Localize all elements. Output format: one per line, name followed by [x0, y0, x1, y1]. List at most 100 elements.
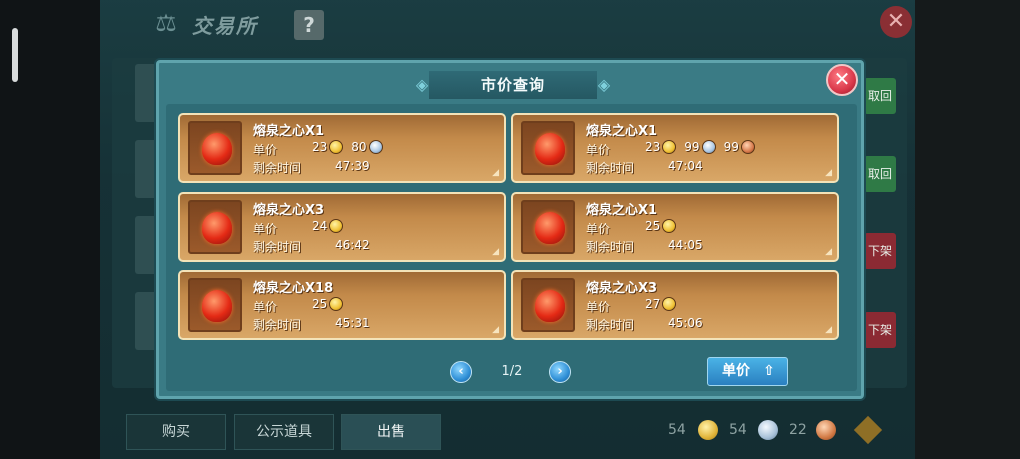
copper-balance: 22 — [789, 422, 807, 438]
item-name: 熔泉之心X1 — [586, 203, 658, 218]
price-label: 单价 — [253, 143, 278, 157]
item-name: 熔泉之心X3 — [586, 281, 658, 296]
listing-card[interactable]: 熔泉之心X3 单价 剩余时间 27 45:06 ◢ — [511, 270, 839, 340]
lava-heart-icon — [202, 212, 232, 244]
time-left-label: 剩余时间 — [253, 240, 302, 254]
listing-card[interactable]: 熔泉之心X3 单价剩余时间 24 46:42 ◢ — [178, 192, 506, 262]
time-left-label: 剩余时间 — [253, 318, 302, 332]
time-left-label: 剩余时间 — [586, 240, 635, 254]
time-left-label: 剩余时间 — [586, 318, 635, 332]
ornament-icon: ◈ — [597, 75, 611, 94]
dialog-close-button[interactable]: ✕ — [826, 64, 858, 96]
price-value: 23 80 — [312, 140, 385, 154]
card-corner-mark: ◢ — [825, 325, 832, 335]
silver-balance: 54 — [729, 422, 747, 438]
listing-card[interactable]: 熔泉之心X1 单价剩余时间 23 99 99 47:04 ◢ — [511, 113, 839, 183]
item-icon-frame — [521, 278, 575, 332]
tab-public-items[interactable]: 公示道具 — [234, 414, 334, 450]
lava-heart-icon — [535, 133, 565, 165]
time-left-value: 47:04 — [668, 159, 703, 173]
card-corner-mark: ◢ — [825, 247, 832, 257]
card-corner-mark: ◢ — [492, 247, 499, 257]
delist-button[interactable]: 下架 — [864, 233, 896, 269]
price-label: 单价 — [586, 143, 611, 157]
item-icon-frame — [521, 121, 575, 175]
card-corner-mark: ◢ — [492, 325, 499, 335]
price-amount: 27 — [645, 297, 661, 311]
gold-coin-icon — [662, 140, 677, 154]
sort-arrow-icon: ⇧ — [763, 363, 775, 379]
price-label: 单价 — [586, 222, 611, 236]
time-left-value: 45:31 — [335, 316, 370, 330]
next-page-button[interactable]: › — [549, 361, 571, 383]
price-value: 24 — [312, 219, 345, 233]
silver-coin-icon — [701, 140, 716, 154]
side-drawer-handle[interactable] — [12, 28, 18, 82]
item-icon-frame — [188, 200, 242, 254]
item-icon-frame — [188, 278, 242, 332]
time-left-value: 47:39 — [335, 159, 370, 173]
time-left-value: 44:05 — [668, 238, 703, 252]
listing-card[interactable]: 熔泉之心X18 单价剩余时间 25 45:31 ◢ — [178, 270, 506, 340]
price-label: 单价 — [253, 300, 278, 314]
silver-coin-icon — [758, 420, 778, 440]
page-indicator: 1/2 — [501, 364, 523, 379]
item-name: 熔泉之心X18 — [253, 281, 334, 296]
listing-card[interactable]: 熔泉之心X1 单价剩余时间 25 44:05 ◢ — [511, 192, 839, 262]
lava-heart-icon — [202, 133, 232, 165]
help-button[interactable]: ? — [294, 10, 324, 40]
price-amount: 23 — [645, 140, 661, 154]
scale-icon: ⚖ — [155, 9, 177, 37]
item-name: 熔泉之心X3 — [253, 203, 325, 218]
gold-coin-icon — [329, 140, 344, 154]
right-edge — [915, 0, 1020, 459]
price-label: 单价 — [253, 222, 278, 236]
delist-button[interactable]: 下架 — [864, 312, 896, 348]
item-name: 熔泉之心X1 — [586, 124, 658, 139]
item-icon-frame — [521, 200, 575, 254]
copper-coin-icon — [740, 140, 755, 154]
gold-coin-icon — [698, 420, 718, 440]
price-amount: 25 — [645, 219, 661, 233]
price-amount: 80 — [351, 140, 367, 154]
gold-coin-icon — [329, 219, 344, 233]
price-amount: 99 — [723, 140, 739, 154]
price-amount: 99 — [684, 140, 700, 154]
silver-coin-icon — [368, 140, 383, 154]
retrieve-button[interactable]: 取回 — [864, 78, 896, 114]
price-amount: 23 — [312, 140, 328, 154]
price-value: 27 — [645, 297, 678, 311]
item-icon-frame — [188, 121, 242, 175]
tab-sell[interactable]: 出售 — [341, 414, 441, 450]
sort-button-label: 单价 — [722, 363, 750, 379]
time-left-label: 剩余时间 — [253, 161, 302, 175]
time-left-value: 45:06 — [668, 316, 703, 330]
lava-heart-icon — [535, 212, 565, 244]
exchange-close-button[interactable]: ✕ — [880, 6, 912, 38]
card-corner-mark: ◢ — [825, 168, 832, 178]
gold-balance: 54 — [668, 422, 686, 438]
listing-card[interactable]: 熔泉之心X1 单价剩余时间 23 80 47:39 ◢ — [178, 113, 506, 183]
prev-page-button[interactable]: ‹ — [450, 361, 472, 383]
dialog-title: 市价查询 — [429, 71, 597, 99]
price-value: 25 — [645, 219, 678, 233]
game-screen: ⚖ 交易所 ? ✕ 取回 取回 下架 下架 购买 公示道具 出售 54 54 2… — [0, 0, 1020, 459]
price-amount: 24 — [312, 219, 328, 233]
price-value: 25 — [312, 297, 345, 311]
lava-heart-icon — [535, 290, 565, 322]
item-name: 熔泉之心X1 — [253, 124, 325, 139]
gold-coin-icon — [662, 297, 677, 311]
gold-coin-icon — [662, 219, 677, 233]
sort-by-price-button[interactable]: 单价 ⇧ — [707, 357, 788, 386]
lava-heart-icon — [202, 290, 232, 322]
exchange-title: 交易所 — [192, 14, 258, 38]
gold-coin-icon — [329, 297, 344, 311]
card-corner-mark: ◢ — [492, 168, 499, 178]
time-left-label: 剩余时间 — [586, 161, 635, 175]
copper-coin-icon — [816, 420, 836, 440]
price-value: 23 99 99 — [645, 140, 757, 154]
tab-buy[interactable]: 购买 — [126, 414, 226, 450]
retrieve-button[interactable]: 取回 — [864, 156, 896, 192]
dialog-title-banner: ◈ 市价查询 ◈ — [413, 71, 613, 99]
time-left-value: 46:42 — [335, 238, 370, 252]
